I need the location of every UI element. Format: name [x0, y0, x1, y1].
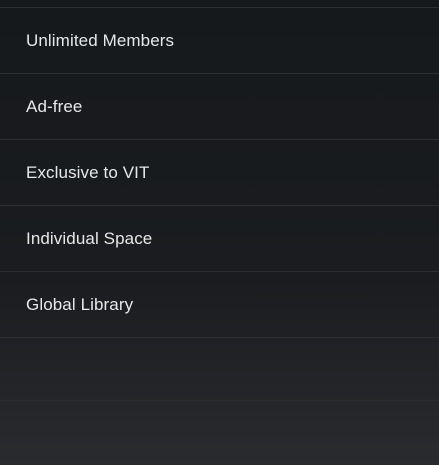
- feature-label: Unlimited Members: [26, 30, 175, 50]
- feature-label: Ad-free: [26, 96, 83, 116]
- feature-row-ad-free: Ad-free: [0, 74, 439, 140]
- feature-row-exclusive: Exclusive to VIT: [0, 140, 439, 206]
- feature-label: Exclusive to VIT: [26, 162, 150, 182]
- feature-list: Unlimited Members Ad-free Exclusive to V…: [0, 0, 439, 338]
- feature-label: Global Library: [26, 294, 134, 314]
- feature-row-unlimited-members: Unlimited Members: [0, 8, 439, 74]
- feature-label: Individual Space: [26, 228, 153, 248]
- feature-row-individual-space: Individual Space: [0, 206, 439, 272]
- faint-divider: [0, 400, 439, 401]
- feature-row-global-library: Global Library: [0, 272, 439, 338]
